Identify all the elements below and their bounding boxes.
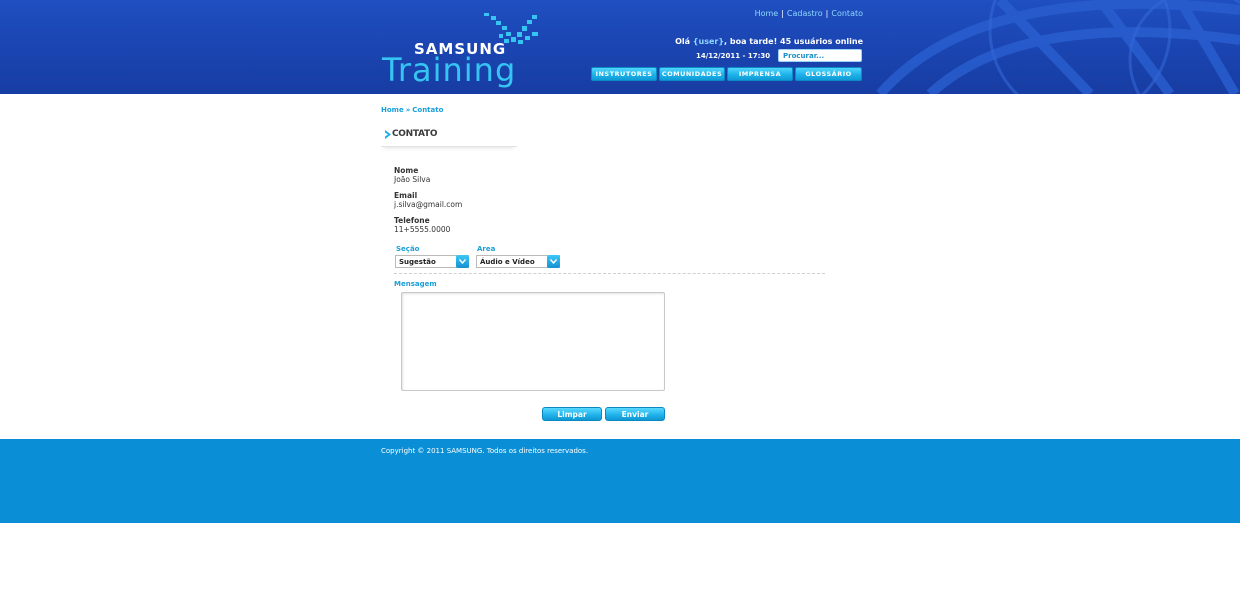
- area-select-value: Áudio e Vídeo: [480, 258, 535, 266]
- greeting-username[interactable]: {user}: [693, 37, 724, 46]
- breadcrumb-separator: »: [405, 106, 411, 114]
- main-nav: INSTRUTORES COMUNIDADES IMPRENSA GLOSSÁR…: [591, 67, 862, 81]
- field-label: Telefone: [394, 216, 430, 225]
- breadcrumb-home[interactable]: Home: [381, 106, 404, 114]
- area-select[interactable]: Áudio e Vídeo: [476, 255, 560, 268]
- page-title: CONTATO: [381, 127, 517, 147]
- nav-comunidades[interactable]: COMUNIDADES: [659, 67, 725, 81]
- greeting-suffix: , boa tarde! 45 usuários online: [724, 37, 863, 46]
- samsung-training-logo[interactable]: SAMSUNG Training: [382, 12, 547, 90]
- search-input[interactable]: [778, 49, 862, 62]
- field-value: João Silva: [394, 175, 431, 184]
- copyright-text: Copyright © 2011 SAMSUNG. Todos os direi…: [381, 447, 589, 455]
- top-links: Home | Cadastro | Contato: [755, 9, 863, 18]
- date-time: 14/12/2011 - 17:30: [696, 52, 771, 60]
- site-header: SAMSUNG Training Home | Cadastro | Contato O…: [0, 0, 1240, 94]
- secao-select-value: Sugestão: [399, 258, 436, 266]
- separator: |: [825, 9, 829, 18]
- dashed-divider: [394, 273, 825, 274]
- chevron-right-icon: [385, 130, 391, 139]
- separator: |: [781, 9, 784, 18]
- field-email: Email j.silva@gmail.com: [394, 191, 462, 209]
- user-greeting: Olá {user}, boa tarde! 45 usuários onlin…: [675, 37, 863, 46]
- field-value: 11+5555.0000: [394, 225, 451, 234]
- top-link-contato[interactable]: Contato: [831, 9, 863, 18]
- field-nome: Nome João Silva: [394, 166, 430, 184]
- clear-button[interactable]: Limpar: [542, 407, 602, 421]
- logo-training-text: Training: [382, 51, 517, 89]
- send-button[interactable]: Enviar: [605, 407, 665, 421]
- area-label: Area: [477, 245, 496, 253]
- field-label: Nome: [394, 166, 419, 175]
- field-telefone: Telefone 11+5555.0000: [394, 216, 450, 234]
- field-value: j.silva@gmail.com: [394, 200, 463, 209]
- secao-label: Seção: [396, 245, 420, 253]
- nav-glossario[interactable]: GLOSSÁRIO: [795, 67, 862, 81]
- page-title-text: CONTATO: [392, 129, 438, 139]
- breadcrumb-current: Contato: [412, 106, 444, 114]
- message-textarea[interactable]: [401, 292, 665, 391]
- greeting-prefix: Olá: [675, 37, 693, 46]
- breadcrumb: Home» Contato: [381, 106, 443, 114]
- top-link-home[interactable]: Home: [755, 9, 779, 18]
- top-link-cadastro[interactable]: Cadastro: [787, 9, 823, 18]
- mensagem-label: Mensagem: [394, 280, 437, 288]
- chevron-down-icon[interactable]: [547, 255, 560, 268]
- field-label: Email: [394, 191, 418, 200]
- secao-select[interactable]: Sugestão: [395, 255, 469, 268]
- site-footer: Copyright © 2011 SAMSUNG. Todos os direi…: [0, 439, 1240, 523]
- nav-imprensa[interactable]: IMPRENSA: [727, 67, 793, 81]
- nav-instrutores[interactable]: INSTRUTORES: [591, 67, 657, 81]
- chevron-down-icon[interactable]: [456, 255, 469, 268]
